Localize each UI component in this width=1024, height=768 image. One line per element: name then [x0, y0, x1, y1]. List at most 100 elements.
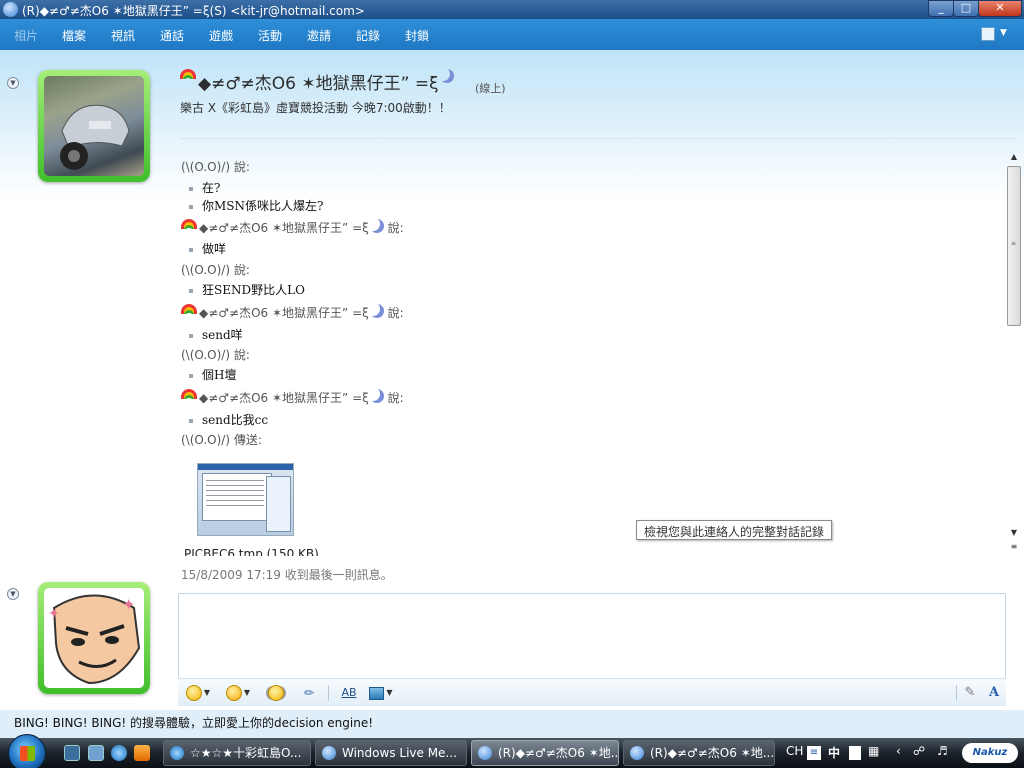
- sender-line: ◆≠♂≠杰O6 ✶地獄黑仔王” =ξ 說:: [181, 389, 404, 406]
- menu-item-invite[interactable]: 邀請: [307, 27, 331, 44]
- contact-name: ◆≠♂≠杰O6 ✶地獄黑仔王” =ξ: [180, 69, 454, 94]
- voice-clip-button[interactable]: ✏: [298, 684, 320, 702]
- background-icon: [369, 686, 385, 700]
- emoticon-button[interactable]: ▼: [182, 684, 214, 702]
- rainbow-icon: [180, 69, 196, 79]
- my-display-picture[interactable]: ✦ ✦: [38, 582, 150, 694]
- scroll-up-icon[interactable]: ▲: [1009, 152, 1019, 161]
- language-indicator[interactable]: CH: [786, 744, 803, 758]
- smiley-icon: [185, 685, 202, 701]
- start-button[interactable]: [8, 734, 46, 768]
- history-tooltip: 檢視您與此連絡人的完整對話記錄: [636, 520, 833, 540]
- sender-line: (\(O.O)/) 說:: [181, 348, 250, 362]
- svg-text:✦: ✦: [48, 606, 60, 622]
- menu-item-files[interactable]: 檔案: [62, 27, 86, 44]
- menu-item-block[interactable]: 封鎖: [405, 27, 429, 44]
- windows-logo-icon: [20, 746, 35, 761]
- message-line: 你MSN係咪比人爆左?: [189, 197, 323, 214]
- menu-item-call[interactable]: 通話: [160, 27, 184, 44]
- window-title: (R)◆≠♂≠杰O6 ✶地獄黑仔王” =ξ(S) <kit-jr@hotmail…: [22, 4, 365, 18]
- ime-mode[interactable]: 中: [828, 744, 840, 761]
- media-player-icon[interactable]: [134, 745, 150, 761]
- contact-personal-message: 樂古 X《彩虹島》虛寶競投活動 今晚7:00啟動！！: [180, 101, 451, 115]
- options-icon[interactable]: ▦: [868, 744, 879, 758]
- wink-button[interactable]: ▼: [222, 684, 254, 702]
- moon-icon: [370, 389, 384, 403]
- taskbar-item-browser[interactable]: ☆★☆★十彩虹島O...: [163, 740, 311, 766]
- taskbar-item-conversation-active[interactable]: (R)◆≠♂≠杰O6 ✶地...: [471, 740, 619, 766]
- network-icon[interactable]: ☍: [913, 744, 925, 758]
- switch-windows-icon[interactable]: [88, 745, 104, 761]
- messenger-icon: [3, 2, 18, 17]
- messenger-icon: [478, 746, 492, 760]
- sender-line: ◆≠♂≠杰O6 ✶地獄黑仔王” =ξ 說:: [181, 304, 404, 321]
- internet-explorer-icon: [170, 746, 184, 760]
- chevron-left-icon[interactable]: ‹: [896, 744, 901, 758]
- menu-bar: 相片 檔案 視訊 通話 遊戲 活動 邀請 記錄 封鎖 ▼: [0, 19, 1024, 50]
- collapse-contact-picture-button[interactable]: ▼: [7, 77, 19, 89]
- message-line: 個H壇: [189, 366, 236, 383]
- volume-icon[interactable]: ♬: [937, 744, 948, 758]
- menu-item-photos[interactable]: 相片: [14, 27, 38, 44]
- toolbar-divider: [956, 685, 957, 701]
- moon-icon: [440, 69, 454, 83]
- maximize-button[interactable]: □: [953, 0, 979, 17]
- input-toolbar: ▼ ▼ ✏ AB ▼ ✎ A: [178, 678, 1006, 706]
- taskbar: ☆★☆★十彩虹島O... Windows Live Me... (R)◆≠♂≠杰…: [0, 734, 1024, 768]
- message-line: send咩: [189, 326, 243, 343]
- spell-check-icon[interactable]: AB: [338, 684, 360, 702]
- taskbar-item-conversation[interactable]: (R)◆≠♂≠杰O6 ✶地...: [623, 740, 775, 766]
- show-menu-icon[interactable]: [981, 27, 995, 41]
- scroll-down-icon[interactable]: ▼: [1009, 528, 1019, 537]
- message-line: send比我cc: [189, 411, 268, 428]
- message-line: 狂SEND野比人LO: [189, 281, 305, 298]
- menu-item-activities[interactable]: 活動: [258, 27, 282, 44]
- scroll-end-icon[interactable]: ≡: [1009, 542, 1019, 551]
- menu-item-video[interactable]: 視訊: [111, 27, 135, 44]
- handwriting-icon[interactable]: ✎: [960, 684, 980, 702]
- moon-icon: [370, 304, 384, 318]
- ad-banner-link[interactable]: BING! BING! BING! 的搜尋體驗，立即愛上你的decision e…: [14, 714, 373, 731]
- close-button[interactable]: ✕: [978, 0, 1022, 17]
- minimize-button[interactable]: _: [928, 0, 954, 17]
- nudge-icon: [268, 684, 284, 701]
- header-divider: [180, 138, 1016, 139]
- rainbow-icon: [181, 219, 197, 229]
- file-name-link[interactable]: PICBEC6.tmp (150 KB): [184, 547, 319, 556]
- file-thumbnail[interactable]: [197, 463, 294, 536]
- svg-text:✦: ✦: [122, 595, 135, 614]
- wink-icon: [225, 685, 242, 701]
- title-bar: (R)◆≠♂≠杰O6 ✶地獄黑仔王” =ξ(S) <kit-jr@hotmail…: [0, 0, 1024, 19]
- contact-display-picture[interactable]: [38, 70, 150, 182]
- motorcycle-photo: [44, 76, 144, 176]
- scroll-thumb[interactable]: ≡: [1007, 166, 1021, 326]
- rainbow-icon: [181, 389, 197, 399]
- conversation-history[interactable]: (\(O.O)/) 說: 在? 你MSN係咪比人爆左? ◆≠♂≠杰O6 ✶地獄黑…: [181, 150, 1005, 556]
- taskbar-item-messenger[interactable]: Windows Live Me...: [315, 740, 467, 766]
- cartoon-face-picture: ✦ ✦: [44, 588, 144, 688]
- messenger-icon: [322, 746, 336, 760]
- collapse-my-picture-button[interactable]: ▼: [7, 588, 19, 600]
- full-width-icon[interactable]: [849, 746, 861, 760]
- message-line: 在?: [189, 179, 220, 196]
- chevron-down-icon[interactable]: ▼: [1000, 28, 1007, 38]
- menu-item-history[interactable]: 記錄: [356, 27, 380, 44]
- sender-line: (\(O.O)/) 說:: [181, 160, 250, 174]
- sender-line: ◆≠♂≠杰O6 ✶地獄黑仔王” =ξ 說:: [181, 219, 404, 236]
- conversation-scrollbar[interactable]: ▲ ≡ ▼ ≡: [1006, 150, 1022, 556]
- sender-line: (\(O.O)/) 傳送:: [181, 433, 262, 447]
- font-button[interactable]: A: [984, 684, 1004, 702]
- internet-explorer-icon[interactable]: [111, 745, 127, 761]
- background-button[interactable]: ▼: [366, 684, 396, 702]
- moon-icon: [370, 219, 384, 233]
- menu-item-games[interactable]: 遊戲: [209, 27, 233, 44]
- input-method-icon[interactable]: ≡: [807, 746, 821, 760]
- show-desktop-icon[interactable]: [64, 745, 80, 761]
- sender-line: (\(O.O)/) 說:: [181, 263, 250, 277]
- nakuz-logo: Nakuz: [962, 743, 1018, 763]
- nudge-button[interactable]: [263, 684, 289, 702]
- contact-status: (線上): [475, 82, 506, 95]
- message-line: 做咩: [189, 240, 226, 257]
- last-message-timestamp: 15/8/2009 17:19 收到最後一則訊息。: [181, 568, 393, 582]
- rainbow-icon: [181, 304, 197, 314]
